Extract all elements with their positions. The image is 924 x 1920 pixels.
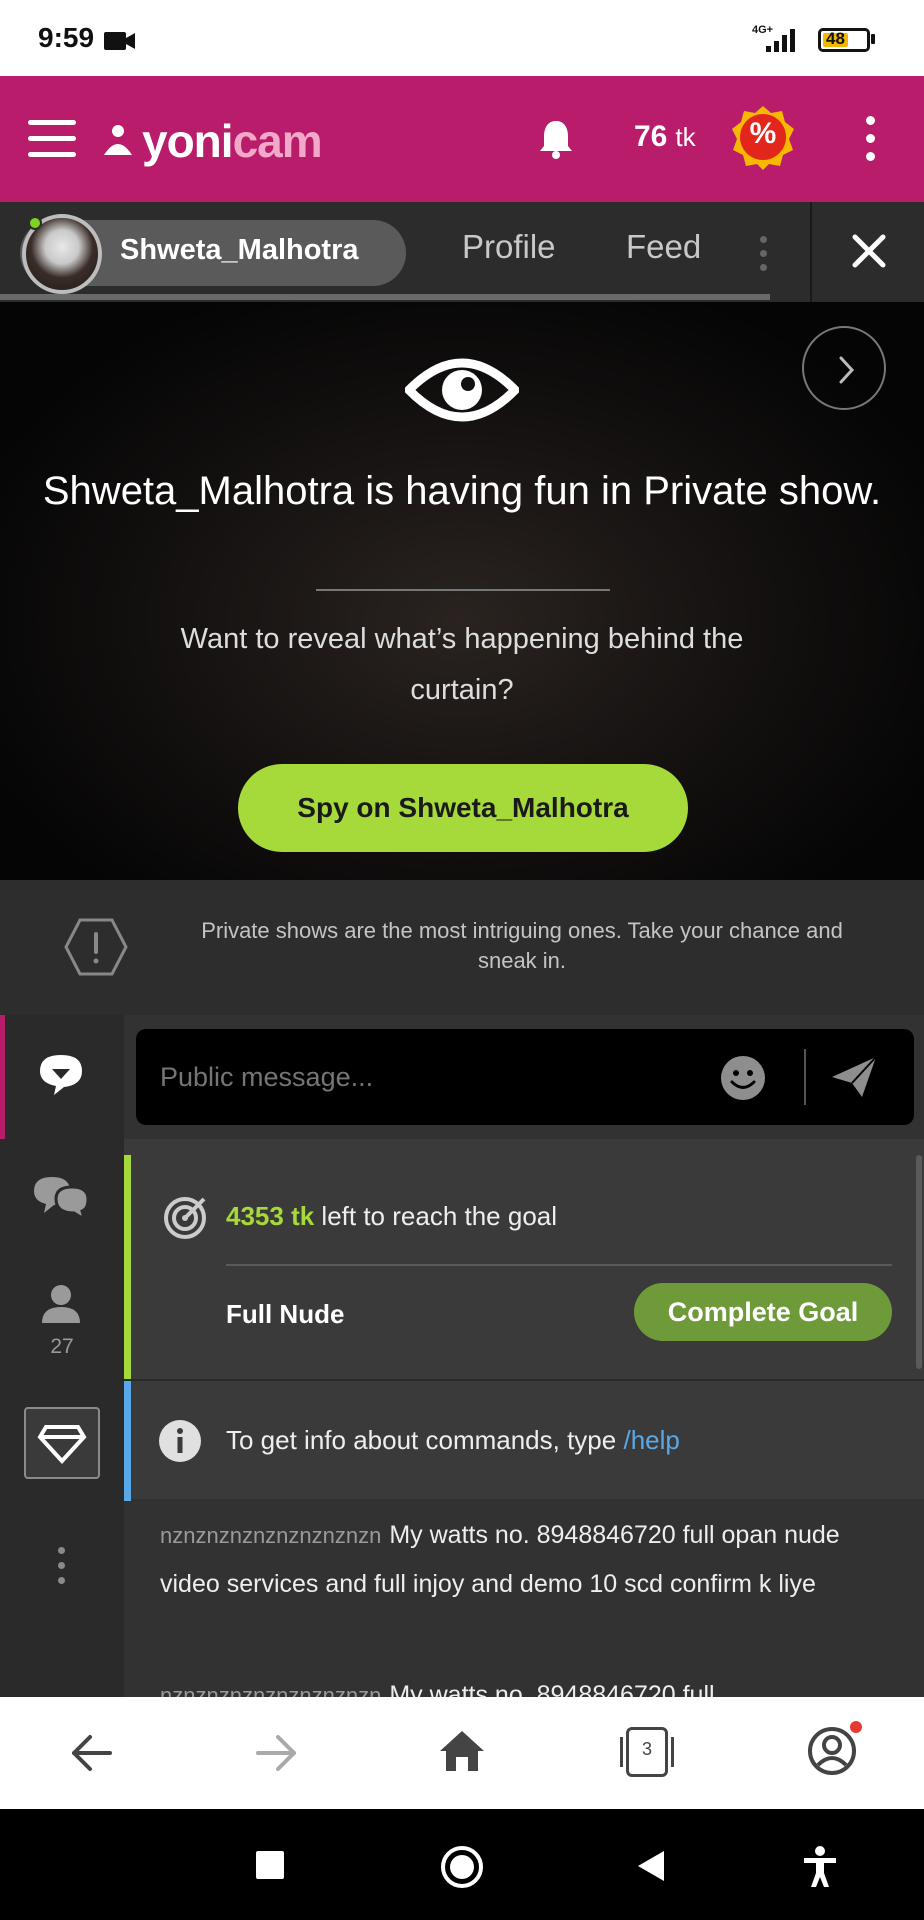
forward-arrow-icon[interactable] — [254, 1733, 298, 1773]
notification-bell-icon[interactable] — [538, 118, 574, 160]
tabs-scroll-indicator — [0, 294, 770, 300]
chat-message-username[interactable]: nznznznznznznznznzn — [160, 1683, 381, 1697]
goal-progress-text: 4353 tk left to reach the goal — [226, 1201, 557, 1232]
tabs-more-icon[interactable] — [760, 236, 768, 274]
chat-message: nznznznznznznznznzn My watts no. 89488467… — [160, 1671, 880, 1697]
accessibility-icon[interactable] — [800, 1845, 840, 1889]
battery-level: 48 — [826, 29, 845, 48]
divider — [316, 589, 610, 591]
browser-toolbar: 3 — [0, 1697, 924, 1809]
token-balance[interactable]: 76 tk — [634, 120, 696, 160]
chat-messages: nznznznznznznznznzn My watts no. 89488467… — [124, 1499, 924, 1697]
account-icon — [808, 1727, 856, 1775]
divider — [804, 1049, 806, 1105]
message-input-bar — [136, 1029, 914, 1125]
account-button[interactable] — [806, 1721, 862, 1777]
app-header: yoni cam 76 tk % — [0, 76, 924, 202]
active-tab-indicator — [0, 1015, 5, 1139]
chat-panel: 27 Public message... 4353 tk left to rea… — [0, 1015, 924, 1697]
sidebar-more-icon[interactable] — [58, 1547, 66, 1589]
chevron-right-icon — [839, 356, 855, 384]
hamburger-menu-icon[interactable] — [28, 120, 76, 158]
target-icon — [164, 1197, 206, 1239]
spy-button[interactable]: Spy on Shweta_Malhotra — [238, 764, 688, 852]
divider — [810, 202, 812, 302]
back-arrow-icon[interactable] — [70, 1733, 114, 1773]
chat-scrollbar[interactable] — [916, 1155, 922, 1369]
recent-apps-icon[interactable] — [256, 1851, 284, 1879]
logo-text-suffix: cam — [232, 115, 323, 167]
next-stream-button[interactable] — [802, 326, 886, 410]
online-status-dot — [28, 216, 42, 230]
help-command-link[interactable]: /help — [623, 1425, 679, 1455]
promo-badge[interactable]: % — [730, 104, 796, 170]
chat-bubble-icon[interactable] — [36, 1051, 86, 1097]
logo-mark-icon — [104, 125, 132, 155]
system-navigation-bar — [0, 1809, 924, 1920]
status-time: 9:59 — [38, 22, 95, 53]
eye-icon — [405, 358, 519, 422]
emoji-icon[interactable] — [720, 1055, 766, 1101]
info-card: To get info about commands, type /help — [124, 1379, 924, 1501]
goal-accent-bar — [124, 1155, 131, 1379]
chat-sidebar: 27 — [0, 1015, 124, 1697]
promo-badge-label: % — [749, 117, 777, 150]
video-player: Shweta_Malhotra is having fun in Private… — [0, 302, 924, 880]
public-message-input[interactable] — [160, 1053, 700, 1101]
chat-message-text: My watts no. 8948846720 full — [389, 1681, 715, 1697]
tabs-switcher-button[interactable]: 3 — [620, 1727, 674, 1777]
diamond-button[interactable] — [24, 1407, 100, 1479]
send-icon[interactable] — [830, 1055, 878, 1099]
complete-goal-button[interactable]: Complete Goal — [634, 1283, 892, 1341]
info-message: To get info about commands, type — [226, 1425, 617, 1455]
private-show-notice: Private shows are the most intriguing on… — [0, 880, 924, 1015]
private-show-subtext: Want to reveal what’s happening behind t… — [180, 623, 744, 706]
close-icon[interactable] — [850, 232, 888, 270]
users-icon[interactable] — [40, 1283, 82, 1325]
complete-goal-label: Complete Goal — [667, 1296, 859, 1327]
warning-hexagon-icon — [64, 918, 128, 976]
tab-feed[interactable]: Feed — [626, 228, 701, 266]
model-name: Shweta_Malhotra — [120, 234, 359, 266]
tab-count: 3 — [641, 1739, 652, 1759]
private-show-headline: Shweta_Malhotra is having fun in Private… — [42, 469, 882, 513]
goal-card: 4353 tk left to reach the goal Full Nude… — [124, 1139, 924, 1379]
tabs-icon-right-edge — [671, 1737, 674, 1767]
video-camera-icon — [104, 32, 135, 50]
info-icon — [159, 1420, 201, 1462]
battery-tip — [871, 34, 875, 44]
token-unit: tk — [675, 122, 696, 152]
logo[interactable]: yoni cam — [100, 106, 323, 176]
home-icon[interactable] — [438, 1729, 486, 1773]
back-triangle-icon[interactable] — [636, 1849, 666, 1883]
info-accent-bar — [124, 1381, 131, 1501]
home-circle-icon[interactable] — [440, 1845, 484, 1889]
goal-remaining-suffix: left to reach the goal — [321, 1201, 558, 1231]
goal-remaining-amount: 4353 tk — [226, 1201, 315, 1231]
logo-text-prefix: yoni — [142, 115, 234, 167]
users-count: 27 — [50, 1335, 74, 1358]
info-text: To get info about commands, type /help — [226, 1425, 680, 1456]
status-bar: 9:59 4G+ 48 — [0, 0, 924, 76]
spy-button-label: Spy on Shweta_Malhotra — [297, 792, 629, 823]
token-count: 76 — [634, 120, 668, 153]
notification-dot — [850, 1721, 862, 1733]
notice-text: Private shows are the most intriguing on… — [201, 918, 843, 973]
divider — [226, 1264, 892, 1266]
tab-profile[interactable]: Profile — [462, 228, 556, 266]
more-options-icon[interactable] — [864, 116, 876, 162]
goal-name: Full Nude — [226, 1299, 345, 1329]
signal-icon — [766, 29, 795, 52]
diamond-icon — [37, 1425, 87, 1464]
private-chats-icon[interactable] — [30, 1173, 92, 1223]
chat-message-username[interactable]: nznznznznznznznznzn — [160, 1523, 381, 1548]
chat-message: nznznznznznznznznzn My watts no. 89488467… — [160, 1511, 880, 1608]
tabs-icon-left-edge — [620, 1737, 623, 1767]
model-tab-bar: Shweta_Malhotra Profile Feed — [0, 202, 924, 302]
